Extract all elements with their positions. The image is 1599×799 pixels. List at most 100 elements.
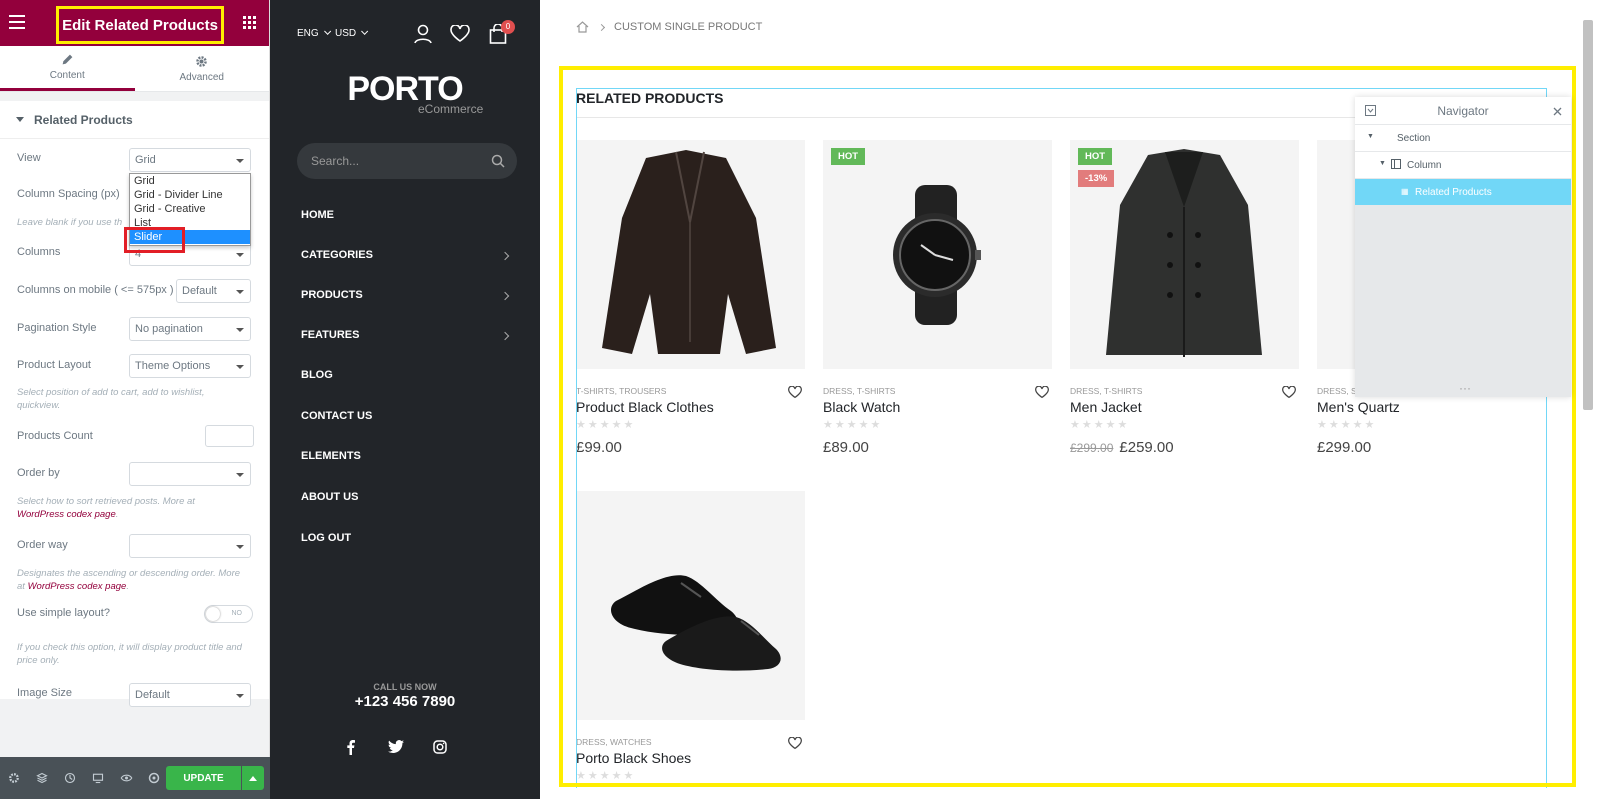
wishlist-heart-icon[interactable] (450, 25, 470, 43)
caret-down-icon: ▼ (1367, 133, 1374, 140)
wishlist-heart-icon[interactable] (788, 737, 802, 750)
navigator-item-label: Related Products (1415, 187, 1492, 198)
watch-image (893, 185, 981, 325)
price-value: £299.00 (1317, 439, 1372, 456)
breadcrumb-separator-icon (597, 23, 606, 31)
phone-number[interactable]: +123 456 7890 (270, 693, 540, 710)
tab-content[interactable]: Content (0, 46, 135, 91)
panel-title: Edit Related Products (56, 6, 224, 44)
related-products-title: RELATED PRODUCTS (576, 90, 724, 106)
wishlist-heart-icon[interactable] (788, 386, 802, 399)
breadcrumb-current: CUSTOM SINGLE PRODUCT (614, 21, 763, 33)
view-option-grid-creative[interactable]: Grid - Creative (130, 202, 250, 216)
menu-item-features[interactable]: FEATURES (301, 329, 359, 341)
view-option-grid-divider[interactable]: Grid - Divider Line (130, 188, 250, 202)
rating-stars: ★★★★★ (823, 419, 883, 431)
columns-mobile-select[interactable]: Default (176, 279, 251, 303)
navigator-item-related-products[interactable]: ▦ Related Products (1355, 179, 1571, 206)
products-count-input[interactable] (205, 425, 254, 447)
product-image[interactable]: HOT -13% (1070, 140, 1299, 369)
update-options-button[interactable] (242, 766, 264, 790)
currency-switcher[interactable]: USD (335, 28, 365, 39)
instagram-icon[interactable] (433, 740, 447, 754)
close-icon[interactable] (1553, 107, 1562, 116)
twitter-icon[interactable] (388, 740, 404, 754)
hub-icon[interactable] (140, 757, 168, 799)
product-name[interactable]: Porto Black Shoes (576, 750, 805, 766)
search-icon[interactable] (491, 154, 505, 168)
product-layout-select[interactable]: Theme Options (129, 354, 251, 378)
language-switcher[interactable]: ENG (297, 28, 328, 39)
menu-item-elements[interactable]: ELEMENTS (301, 450, 361, 462)
section-toggle[interactable]: Related Products (0, 101, 269, 139)
wordpress-codex-link-2[interactable]: WordPress codex page (28, 581, 127, 592)
navigator-title: Navigator (1437, 104, 1489, 118)
product-card[interactable]: DRESS, WATCHES Porto Black Shoes ★★★★★ (576, 491, 805, 782)
product-price: £299.00 £259.00 (1070, 439, 1299, 456)
home-icon[interactable] (576, 21, 589, 33)
navigator-item-section[interactable]: ▼ Section (1355, 125, 1571, 152)
product-category[interactable]: DRESS, WATCHES (576, 737, 805, 747)
layers-icon[interactable] (28, 757, 56, 799)
tab-content-label: Content (49, 70, 85, 81)
image-size-label: Image Size (17, 687, 73, 699)
logo-subtext: eCommerce (418, 102, 484, 116)
preview-eye-icon[interactable] (112, 757, 140, 799)
order-by-select[interactable] (129, 462, 251, 486)
navigator-item-column[interactable]: ▼ Column (1355, 152, 1571, 179)
resize-handle-icon[interactable]: ··· (1459, 381, 1471, 395)
product-image[interactable] (576, 491, 805, 720)
product-name[interactable]: Black Watch (823, 399, 1052, 415)
product-image[interactable]: HOT (823, 140, 1052, 369)
menu-item-home[interactable]: HOME (301, 209, 334, 221)
pagination-select[interactable]: No pagination (129, 317, 251, 341)
page-scrollbar[interactable] (1583, 20, 1593, 410)
menu-item-categories[interactable]: CATEGORIES (301, 249, 373, 261)
chevron-right-icon (500, 251, 510, 261)
product-category[interactable]: DRESS, T-SHIRTS (823, 386, 1052, 396)
product-image[interactable] (576, 140, 805, 369)
product-card[interactable]: T-SHIRTS, TROUSERS Product Black Clothes… (576, 140, 805, 456)
navigator-item-label: Section (1397, 133, 1431, 144)
menu-item-blog[interactable]: BLOG (301, 369, 333, 381)
shoes-image (611, 575, 781, 671)
product-card[interactable]: HOT DRESS, T-SHIRTS Black Watch ★★★★★ £8… (823, 140, 1052, 456)
product-category[interactable]: T-SHIRTS, TROUSERS (576, 386, 805, 396)
wordpress-codex-link[interactable]: WordPress codex page (17, 509, 116, 520)
product-name[interactable]: Men Jacket (1070, 399, 1299, 415)
product-category[interactable]: DRESS, T-SHIRTS (1070, 386, 1299, 396)
pencil-icon (62, 54, 73, 65)
view-option-list[interactable]: List (130, 216, 250, 230)
order-way-select[interactable] (129, 534, 251, 558)
menu-item-about-us[interactable]: ABOUT US (301, 491, 358, 503)
order-by-desc-text: Select how to sort retrieved posts. More… (17, 496, 195, 507)
view-option-slider[interactable]: Slider (130, 230, 250, 244)
tab-advanced[interactable]: Advanced (135, 46, 270, 91)
user-icon[interactable] (413, 24, 433, 44)
screen: Edit Related Products Content Advanced R… (0, 0, 1599, 799)
columns-label: Columns (17, 246, 61, 258)
view-select[interactable]: Grid (129, 148, 251, 172)
history-icon[interactable] (56, 757, 84, 799)
menu-item-log-out[interactable]: LOG OUT (301, 532, 351, 544)
menu-item-contact-us[interactable]: CONTACT US (301, 410, 372, 422)
search-input[interactable]: Search... (297, 143, 517, 179)
simple-layout-toggle[interactable]: NO (204, 605, 253, 623)
settings-icon[interactable] (0, 757, 28, 799)
product-name[interactable]: Men's Quartz (1317, 399, 1546, 415)
product-card[interactable]: HOT -13% DRESS, T-SHIRTS Men Jacket ★★★★… (1070, 140, 1299, 456)
view-option-grid[interactable]: Grid (130, 174, 250, 188)
hamburger-icon[interactable] (9, 15, 25, 29)
update-button[interactable]: UPDATE (166, 766, 241, 790)
facebook-icon[interactable] (346, 740, 355, 755)
product-name[interactable]: Product Black Clothes (576, 399, 805, 415)
order-way-desc-end: . (126, 581, 129, 592)
wishlist-heart-icon[interactable] (1035, 386, 1049, 399)
widgets-grid-icon[interactable] (243, 16, 256, 29)
responsive-icon[interactable] (84, 757, 112, 799)
wishlist-heart-icon[interactable] (1282, 386, 1296, 399)
porto-logo[interactable]: PORTO eCommerce (270, 70, 540, 116)
menu-item-products[interactable]: PRODUCTS (301, 289, 363, 301)
caret-down-icon (16, 117, 24, 122)
image-size-select[interactable]: Default (129, 683, 251, 707)
